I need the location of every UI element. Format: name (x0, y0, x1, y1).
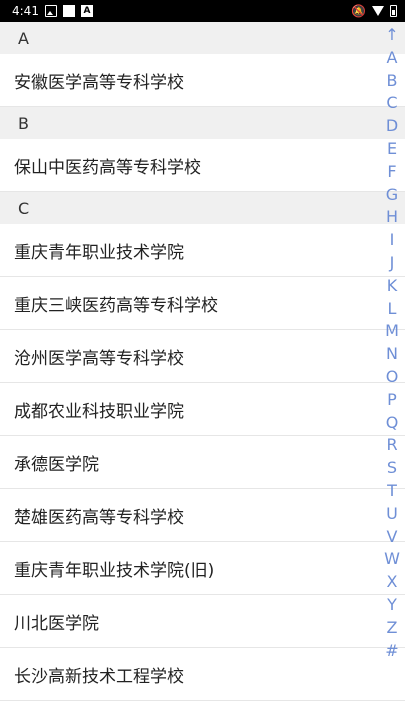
index-letter-o[interactable]: O (379, 366, 405, 389)
list-item[interactable]: 沧州医学高等专科学校 (0, 330, 405, 383)
index-letter-f[interactable]: F (379, 161, 405, 184)
wifi-icon (372, 6, 384, 16)
index-letter-hash[interactable]: # (379, 640, 405, 663)
index-letter-z[interactable]: Z (379, 617, 405, 640)
section-header-b: B (0, 107, 405, 139)
index-letter-i[interactable]: I (379, 229, 405, 252)
a-icon: A (80, 5, 93, 17)
school-list[interactable]: A 安徽医学高等专科学校 B 保山中医药高等专科学校 C 重庆青年职业技术学院 … (0, 22, 405, 720)
index-letter-q[interactable]: Q (379, 412, 405, 435)
index-letter-j[interactable]: J (379, 252, 405, 275)
index-letter-c[interactable]: C (379, 92, 405, 115)
list-item[interactable]: 安徽医学高等专科学校 (0, 54, 405, 107)
status-left: 4:41 A (12, 4, 93, 18)
index-letter-s[interactable]: S (379, 457, 405, 480)
index-letter-r[interactable]: R (379, 434, 405, 457)
status-right: 🔕 (351, 5, 397, 17)
status-bar: 4:41 A 🔕 (0, 0, 405, 22)
index-letter-b[interactable]: B (379, 70, 405, 93)
list-item[interactable]: 重庆三峡医药高等专科学校 (0, 277, 405, 330)
index-letter-n[interactable]: N (379, 343, 405, 366)
list-item[interactable]: 楚雄医药高等专科学校 (0, 489, 405, 542)
alphabet-index-bar[interactable]: ↑ A B C D E F G H I J K L M N O P Q R S … (379, 24, 405, 662)
index-letter-v[interactable]: V (379, 526, 405, 549)
index-letter-g[interactable]: G (379, 184, 405, 207)
index-letter-e[interactable]: E (379, 138, 405, 161)
list-item[interactable]: 重庆青年职业技术学院 (0, 224, 405, 277)
list-item[interactable]: 保山中医药高等专科学校 (0, 139, 405, 192)
square-icon (62, 5, 75, 17)
index-letter-w[interactable]: W (379, 548, 405, 571)
index-letter-k[interactable]: K (379, 275, 405, 298)
index-letter-p[interactable]: P (379, 389, 405, 412)
list-item[interactable]: 重庆青年职业技术学院(旧) (0, 542, 405, 595)
image-icon (44, 5, 57, 17)
list-item[interactable]: 成都农业科技职业学院 (0, 383, 405, 436)
index-letter-y[interactable]: Y (379, 594, 405, 617)
list-item[interactable]: 承德医学院 (0, 436, 405, 489)
index-letter-d[interactable]: D (379, 115, 405, 138)
status-time: 4:41 (12, 4, 39, 18)
battery-icon (390, 5, 397, 17)
bell-off-icon: 🔕 (351, 4, 366, 18)
index-letter-h[interactable]: H (379, 206, 405, 229)
index-letter-x[interactable]: X (379, 571, 405, 594)
list-item[interactable]: 长沙高新技术工程学校 (0, 648, 405, 701)
index-letter-a[interactable]: A (379, 47, 405, 70)
index-top-arrow[interactable]: ↑ (379, 24, 405, 47)
index-letter-m[interactable]: M (379, 320, 405, 343)
list-item[interactable]: 川北医学院 (0, 595, 405, 648)
section-header-a: A (0, 22, 405, 54)
index-letter-l[interactable]: L (379, 298, 405, 321)
index-letter-u[interactable]: U (379, 503, 405, 526)
section-header-c: C (0, 192, 405, 224)
index-letter-t[interactable]: T (379, 480, 405, 503)
